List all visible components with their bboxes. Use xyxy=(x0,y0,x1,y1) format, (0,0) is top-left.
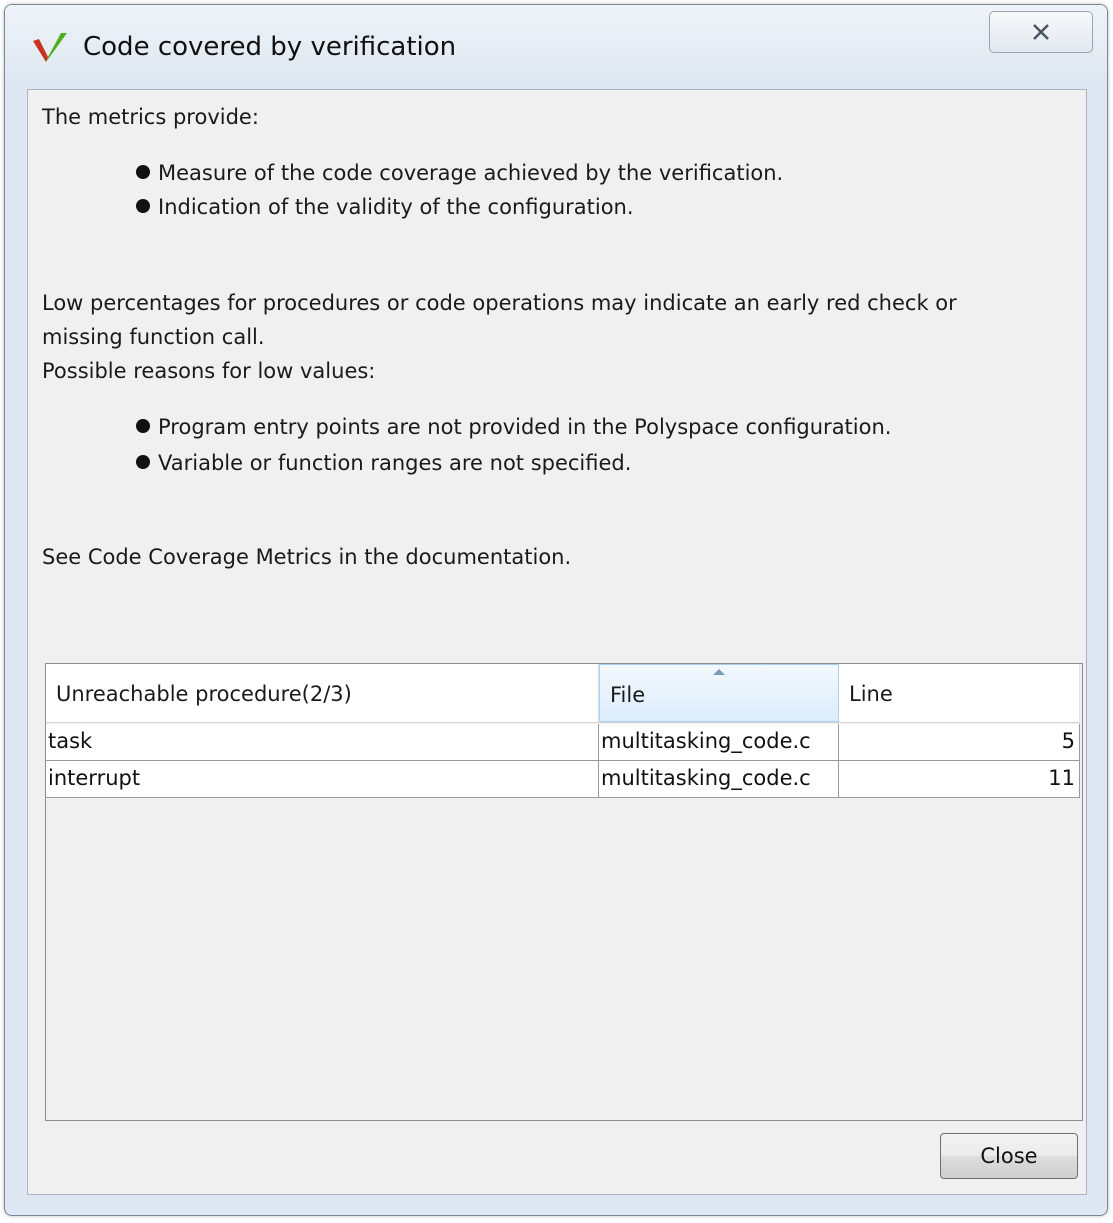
table-row[interactable]: task multitasking_code.c 5 xyxy=(46,724,1080,761)
reason-item: Variable or function ranges are not spec… xyxy=(136,448,631,478)
column-header-file-label: File xyxy=(610,683,646,707)
provide-item: Measure of the code coverage achieved by… xyxy=(136,158,783,188)
column-header-line[interactable]: Line xyxy=(839,664,1080,722)
table-row[interactable]: interrupt multitasking_code.c 11 xyxy=(46,761,1080,798)
sort-ascending-icon xyxy=(713,669,725,675)
window-title: Code covered by verification xyxy=(83,32,457,62)
column-header-file[interactable]: File xyxy=(599,664,839,722)
polyspace-v-icon xyxy=(33,33,67,62)
unreachable-procedures-table: Unreachable procedure(2/3) File Line tas… xyxy=(45,663,1083,1121)
close-icon xyxy=(1033,24,1049,40)
window-close-button[interactable] xyxy=(989,11,1093,53)
column-header-procedure[interactable]: Unreachable procedure(2/3) xyxy=(46,664,599,722)
documentation-link-text[interactable]: See Code Coverage Metrics in the documen… xyxy=(42,542,571,572)
reasons-intro: Possible reasons for low values: xyxy=(42,359,376,383)
provide-item: Indication of the validity of the config… xyxy=(136,192,634,222)
cell-procedure: task xyxy=(46,724,599,760)
close-button[interactable]: Close xyxy=(940,1133,1078,1179)
title-bar[interactable]: Code covered by verification xyxy=(5,5,1107,89)
cell-procedure: interrupt xyxy=(46,761,599,797)
low-percent-text-cont: missing function call. xyxy=(42,325,265,349)
low-percent-text: Low percentages for procedures or code o… xyxy=(42,291,957,315)
intro-text: The metrics provide: xyxy=(42,105,259,129)
dialog-window: Code covered by verification The metrics… xyxy=(4,4,1108,1216)
reason-item: Program entry points are not provided in… xyxy=(136,412,891,442)
cell-line: 5 xyxy=(839,724,1080,760)
cell-file: multitasking_code.c xyxy=(599,761,839,797)
table-header: Unreachable procedure(2/3) File Line xyxy=(46,664,1080,723)
dialog-content: The metrics provide: Measure of the code… xyxy=(27,89,1087,1195)
cell-file: multitasking_code.c xyxy=(599,724,839,760)
cell-line: 11 xyxy=(839,761,1080,797)
